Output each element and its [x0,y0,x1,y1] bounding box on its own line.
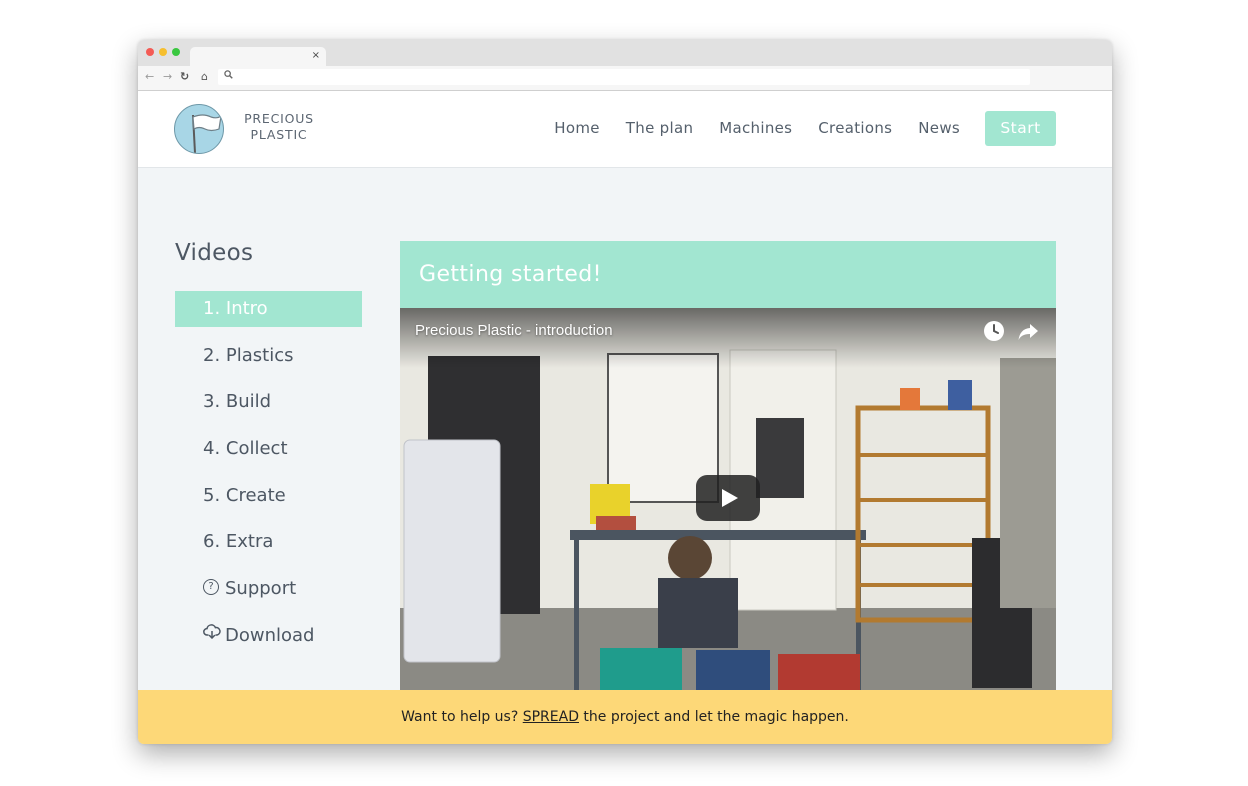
menu-item-label: 6. Extra [203,531,274,553]
logo-wordmark[interactable]: PRECIOUS PLASTIC [242,111,316,143]
play-button[interactable] [696,475,760,521]
spread-link[interactable]: SPREAD [523,709,579,725]
menu-item-label: 3. Build [203,391,272,413]
section-heading: Getting started! [400,241,1056,308]
logo-line-2: PLASTIC [250,127,308,142]
menu-item-label: 1. Intro [203,298,268,319]
menu-item-download[interactable]: Download [175,618,362,654]
menu-item-support[interactable]: ? Support [175,571,362,607]
cloud-download-icon [203,616,221,652]
menu-item-plastics[interactable]: 2. Plastics [175,338,362,374]
browser-tab-strip: × [138,40,1112,66]
address-bar[interactable] [218,69,1030,85]
site-header: PRECIOUS PLASTIC Home The plan Machines … [138,91,1112,168]
menu-item-label: 4. Collect [203,438,288,460]
menu-item-build[interactable]: 3. Build [175,384,362,420]
help-circle-icon: ? [203,579,219,596]
menu-item-label: Support [225,578,297,600]
menu-item-collect[interactable]: 4. Collect [175,431,362,467]
maximize-window-button[interactable] [172,48,180,56]
footer-banner: Want to help us? SPREAD the project and … [138,690,1112,744]
menu-item-create[interactable]: 5. Create [175,478,362,514]
menu-item-label: 2. Plastics [203,344,294,366]
video-title: Precious Plastic - introduction [415,322,613,339]
home-icon[interactable]: ⌂ [201,70,208,84]
nav-machines[interactable]: Machines [719,119,792,137]
close-window-button[interactable] [146,48,154,56]
search-icon [224,70,233,84]
browser-window: × ← → ↻ ⌂ PRECIOUS PLASTIC Home The plan [138,40,1112,744]
menu-item-intro[interactable]: 1. Intro [175,291,362,327]
logo-line-1: PRECIOUS [244,111,314,126]
footer-text-post: the project and let the magic happen. [578,709,849,725]
reload-icon[interactable]: ↻ [180,70,189,84]
logo-flag-icon[interactable] [174,104,224,154]
minimize-window-button[interactable] [159,48,167,56]
nav-news[interactable]: News [918,119,960,137]
main-nav: Home The plan Machines Creations News [554,119,960,137]
video-player[interactable]: Precious Plastic - introduction [400,308,1056,690]
nav-the-plan[interactable]: The plan [626,119,693,137]
start-button[interactable]: Start [985,111,1056,146]
video-menu: 1. Intro 2. Plastics 3. Build 4. Collect… [175,291,362,665]
sidebar-title: Videos [175,240,254,266]
menu-item-label: 5. Create [203,484,286,506]
nav-creations[interactable]: Creations [818,119,892,137]
tab-close-icon[interactable]: × [312,50,320,62]
footer-text-pre: Want to help us? [401,709,523,725]
forward-arrow-icon[interactable]: → [163,70,172,84]
menu-item-label: Download [225,624,315,646]
back-arrow-icon[interactable]: ← [145,70,154,84]
menu-item-extra[interactable]: 6. Extra [175,524,362,560]
browser-tab[interactable]: × [190,47,326,66]
nav-home[interactable]: Home [554,119,600,137]
browser-toolbar: ← → ↻ ⌂ [138,66,1112,91]
